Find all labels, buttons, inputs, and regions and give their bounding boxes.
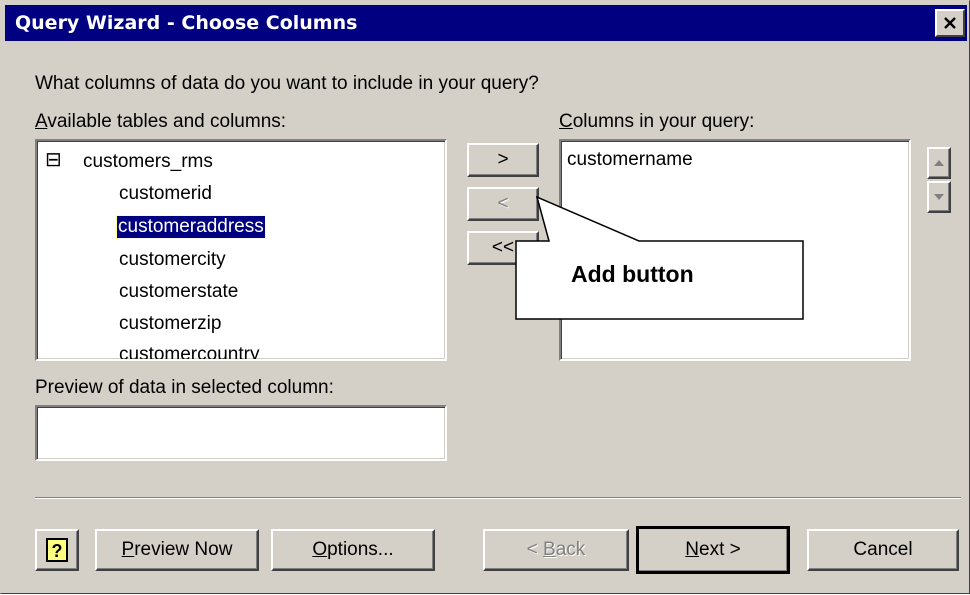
callout-text: Add button: [571, 261, 694, 287]
callout-bubble: [515, 195, 804, 320]
query-wizard-dialog: Query Wizard - Choose Columns What colum…: [0, 0, 970, 594]
callout-shape: [515, 195, 804, 320]
